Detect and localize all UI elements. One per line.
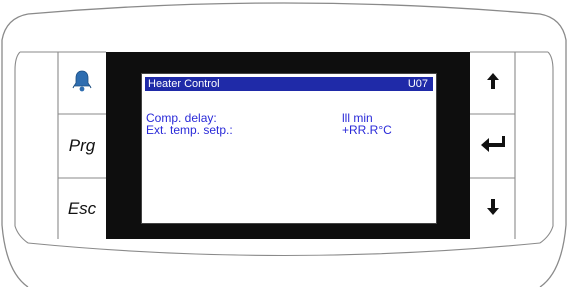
- prg-button[interactable]: Prg: [59, 115, 105, 177]
- up-button[interactable]: [471, 53, 514, 113]
- enter-button[interactable]: [471, 115, 514, 177]
- controller-terminal: Prg Esc Heater Control U07 Comp. delay: …: [0, 0, 568, 287]
- screen-code: U07: [407, 78, 428, 90]
- arrow-down-icon: [486, 198, 500, 221]
- bell-icon: [72, 69, 92, 98]
- param-label: Ext. temp. setp.:: [146, 123, 233, 137]
- esc-button[interactable]: Esc: [59, 179, 105, 239]
- alarm-button[interactable]: [59, 53, 105, 113]
- param-row-ext-temp-setp: Ext. temp. setp.: +RR.R°C: [146, 124, 430, 137]
- screen-title: Heater Control: [148, 78, 220, 90]
- screen-title-bar: Heater Control U07: [145, 77, 433, 91]
- prg-label: Prg: [68, 136, 96, 155]
- lcd-screen: Heater Control U07 Comp. delay: lll min …: [141, 73, 437, 224]
- enter-icon: [480, 135, 506, 158]
- param-value: +RR.R°C: [342, 123, 392, 137]
- arrow-up-icon: [486, 72, 500, 95]
- esc-label: Esc: [67, 199, 97, 218]
- down-button[interactable]: [471, 179, 514, 239]
